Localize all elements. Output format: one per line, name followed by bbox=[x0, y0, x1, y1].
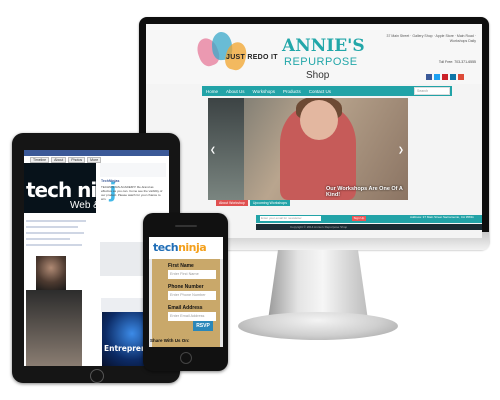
hero-tab-about[interactable]: About Workshop bbox=[216, 200, 248, 206]
nav-home[interactable]: Home bbox=[202, 89, 222, 94]
tablet-brand-text: tech nin bbox=[26, 178, 111, 202]
hero-tabs: About Workshop Upcoming Workshops bbox=[216, 200, 290, 206]
email-label: Email Address bbox=[168, 305, 203, 311]
logo-subtitle: REPURPOSE bbox=[284, 56, 358, 68]
tablet-profile-photo[interactable] bbox=[36, 256, 66, 290]
rsvp-form: First Name Enter First Name Phone Number… bbox=[152, 259, 220, 347]
tablet-post-header bbox=[100, 163, 166, 177]
social-icons bbox=[426, 74, 464, 80]
hero-caption: Our Workshops Are One Of A Kind! bbox=[326, 186, 403, 198]
phone-logo-accent: ninja bbox=[178, 241, 207, 254]
nav-contact-us[interactable]: Contact Us bbox=[305, 89, 335, 94]
footer-address: Address: 37 Main Street Sacramento, CA 9… bbox=[410, 215, 474, 219]
googleplus-icon[interactable] bbox=[458, 74, 464, 80]
phone-screen: techninja First Name Enter First Name Ph… bbox=[149, 237, 223, 347]
phone-number-input[interactable]: Enter Phone Number bbox=[168, 291, 216, 300]
monitor-screen: JUST REDO IT ANNIE'S REPURPOSE Shop 37 M… bbox=[146, 24, 482, 238]
slider-next-icon[interactable]: ❯ bbox=[398, 146, 404, 154]
tablet-top-bar bbox=[24, 150, 169, 156]
site-tagline: JUST REDO IT bbox=[226, 54, 278, 61]
linkedin-icon[interactable] bbox=[450, 74, 456, 80]
phone-speaker bbox=[175, 225, 197, 227]
phone-number-label: Phone Number bbox=[168, 284, 204, 290]
phone-home-button-icon[interactable] bbox=[180, 352, 192, 364]
email-input[interactable]: Enter Email Address bbox=[168, 312, 216, 321]
monitor-stand bbox=[268, 250, 368, 320]
hero-slider: ❮ ❯ Our Workshops Are One Of A Kind! bbox=[208, 98, 408, 200]
rsvp-button[interactable]: RSVP bbox=[193, 321, 213, 331]
nav-search-input[interactable]: Search bbox=[414, 87, 450, 95]
tablet-post-text: TECHNINJAS ACADEMY! Re-brand as effectiv… bbox=[101, 185, 163, 201]
slider-prev-icon[interactable]: ❮ bbox=[210, 146, 216, 154]
header-address: 37 Main Street · Gallery Shop · Apple St… bbox=[386, 34, 477, 43]
monitor-base bbox=[238, 312, 398, 340]
newsletter-input[interactable]: Enter your email for newsletter bbox=[260, 216, 321, 221]
tablet-home-button-icon[interactable] bbox=[90, 369, 104, 383]
header-phone: Toll Free: 703-371-6555 bbox=[438, 60, 476, 64]
main-navigation: Home About Us Workshops Products Contact… bbox=[202, 86, 452, 96]
hero-tab-upcoming[interactable]: Upcoming Workshops bbox=[249, 200, 290, 206]
tablet-post-title[interactable]: TechNinjas bbox=[101, 179, 119, 183]
pinterest-icon[interactable] bbox=[442, 74, 448, 80]
nav-workshops[interactable]: Workshops bbox=[249, 89, 279, 94]
first-name-label: First Name bbox=[168, 263, 194, 269]
copyright-text: Copyright © 2014 Annie's Repurpose Shop bbox=[290, 225, 348, 229]
tablet-bottom-photo[interactable] bbox=[26, 290, 82, 366]
share-label: Share With Us On: bbox=[150, 338, 190, 343]
facebook-icon[interactable] bbox=[426, 74, 432, 80]
nav-about-us[interactable]: About Us bbox=[222, 89, 249, 94]
first-name-input[interactable]: Enter First Name bbox=[168, 270, 216, 279]
phone-logo-text: tech bbox=[153, 241, 179, 254]
logo-title[interactable]: ANNIE'S bbox=[282, 36, 365, 56]
twitter-icon[interactable] bbox=[434, 74, 440, 80]
nav-products[interactable]: Products bbox=[279, 89, 305, 94]
phone-logo: techninja bbox=[153, 241, 207, 254]
logo-shop: Shop bbox=[306, 70, 330, 81]
tablet-subbrand: Web & I bbox=[70, 200, 106, 211]
newsletter-signup-button[interactable]: Sign Up bbox=[352, 216, 366, 221]
hero-face bbox=[300, 100, 338, 140]
